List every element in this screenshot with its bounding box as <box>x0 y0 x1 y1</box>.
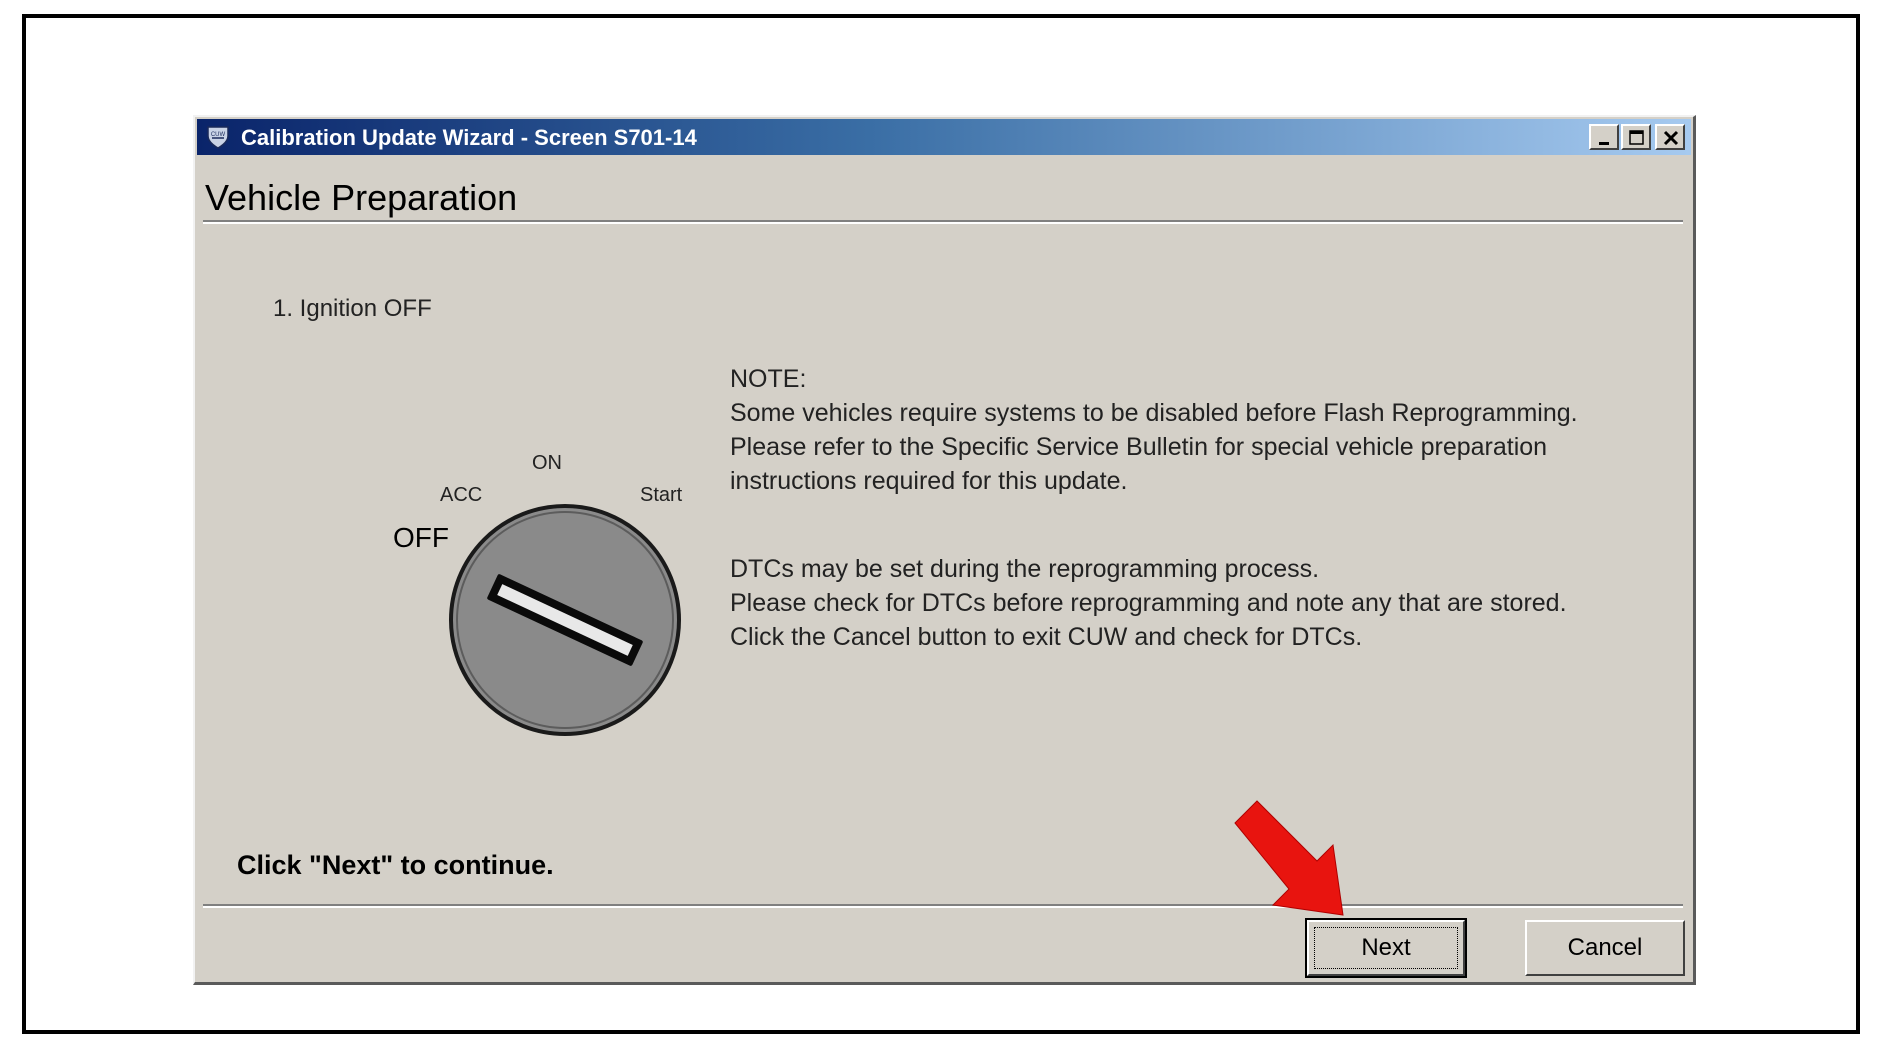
window-title: Calibration Update Wizard - Screen S701-… <box>241 125 697 150</box>
ignition-key-cylinder-icon <box>449 504 681 736</box>
wizard-window: CUW Calibration Update Wizard - Screen S… <box>193 115 1696 985</box>
step-label: 1. Ignition OFF <box>273 295 432 322</box>
dtc-text-block: DTCs may be set during the reprogramming… <box>730 552 1567 654</box>
cancel-button-label: Cancel <box>1567 934 1643 961</box>
svg-text:CUW: CUW <box>211 132 226 138</box>
continue-instruction: Click "Next" to continue. <box>237 850 554 880</box>
ignition-off-label: OFF <box>393 522 449 553</box>
next-button[interactable]: Next <box>1305 918 1467 978</box>
cancel-button[interactable]: Cancel <box>1525 920 1685 976</box>
focus-rectangle <box>1314 927 1458 969</box>
note-text-block: NOTE: Some vehicles require systems to b… <box>730 362 1578 498</box>
note-line: instructions required for this update. <box>730 467 1128 495</box>
dtc-line: DTCs may be set during the reprogramming… <box>730 555 1320 583</box>
cuw-shield-icon: CUW <box>205 124 231 150</box>
maximize-icon <box>1629 130 1644 145</box>
minimize-button[interactable] <box>1589 124 1619 150</box>
dtc-line: Click the Cancel button to exit CUW and … <box>730 623 1363 651</box>
note-line: Some vehicles require systems to be disa… <box>730 399 1578 427</box>
note-line: Please refer to the Specific Service Bul… <box>730 433 1548 461</box>
footer-divider <box>203 904 1683 908</box>
ignition-switch-diagram: ON ACC Start OFF <box>340 452 720 742</box>
close-icon <box>1663 130 1679 146</box>
note-heading: NOTE: <box>730 365 807 393</box>
red-pointer-arrow-icon <box>1234 800 1344 916</box>
minimize-icon <box>1599 142 1609 145</box>
page-title: Vehicle Preparation <box>205 177 518 218</box>
title-bar[interactable]: CUW Calibration Update Wizard - Screen S… <box>197 119 1691 155</box>
ignition-on-label: ON <box>532 452 562 474</box>
maximize-button[interactable] <box>1621 124 1651 150</box>
close-button[interactable] <box>1655 124 1685 150</box>
dtc-line: Please check for DTCs before reprogrammi… <box>730 589 1567 617</box>
header-divider <box>203 220 1683 224</box>
